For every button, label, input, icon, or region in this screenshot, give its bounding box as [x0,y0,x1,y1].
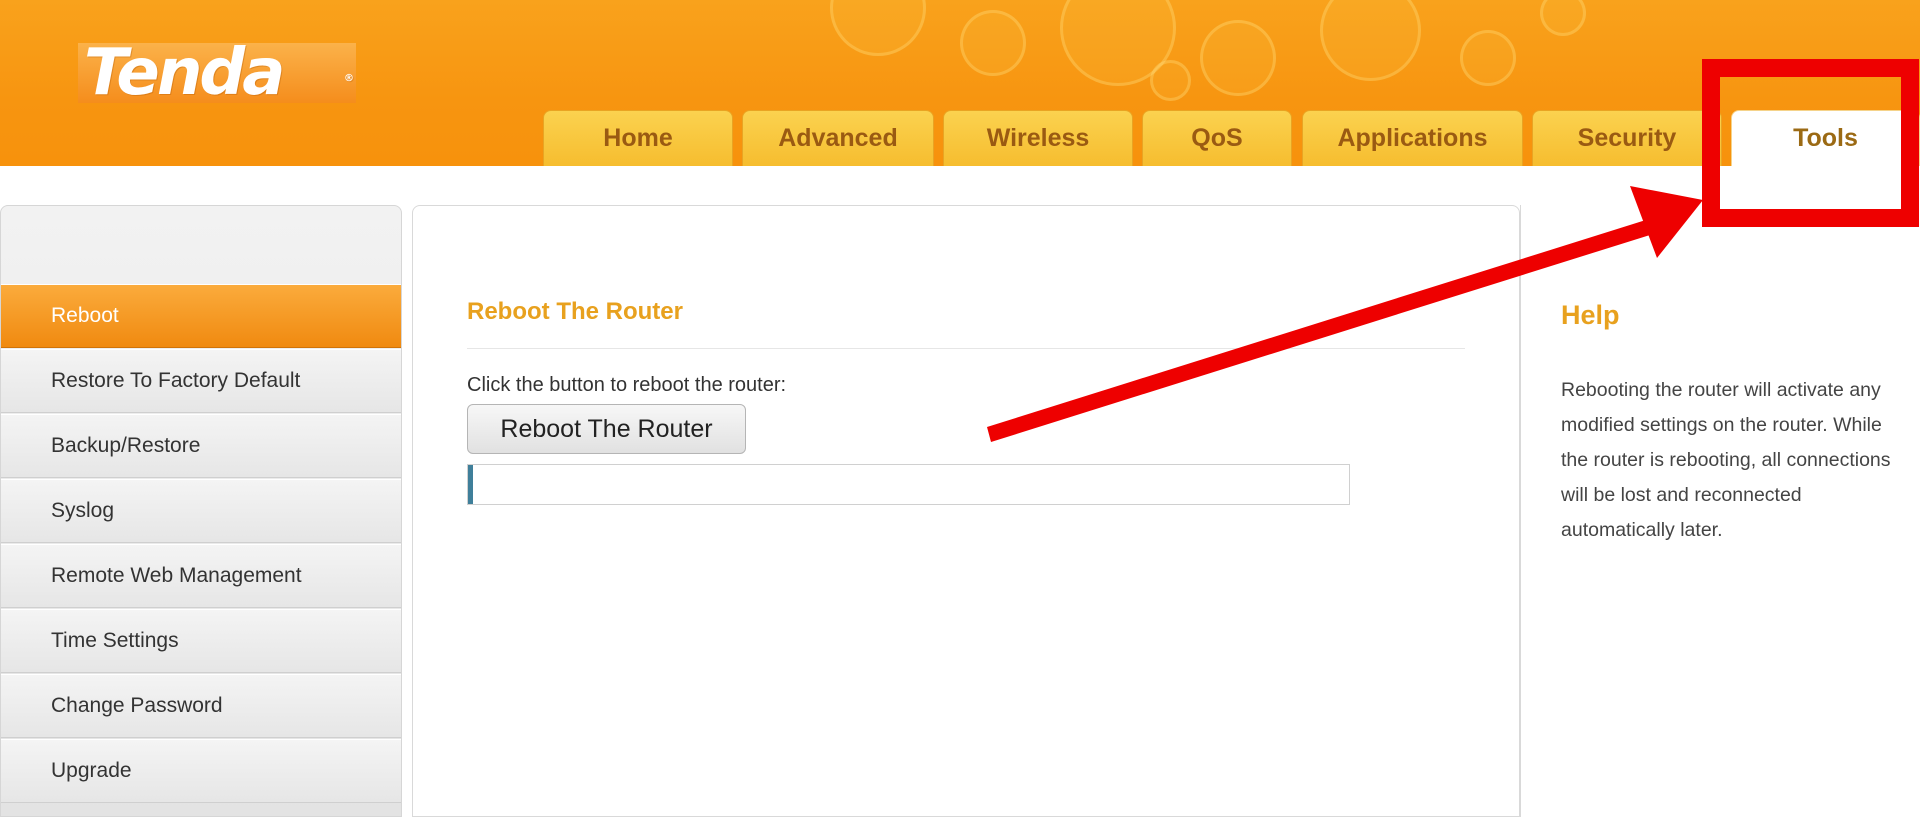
help-divider [1520,205,1521,817]
sidebar-item-backup-restore[interactable]: Backup/Restore [1,414,401,478]
sidebar-item-remote-web-management[interactable]: Remote Web Management [1,544,401,608]
progress-fill [468,465,473,504]
title-divider [467,348,1465,349]
help-title: Help [1561,300,1620,330]
reboot-instruction: Click the button to reboot the router: [467,374,787,396]
reboot-router-button[interactable]: Reboot The Router [467,404,746,454]
help-text: Rebooting the router will activate any m… [1561,379,1891,541]
tab-tools[interactable]: Tools [1731,110,1920,166]
tab-qos[interactable]: QoS [1142,110,1292,166]
tab-applications[interactable]: Applications [1302,110,1523,166]
main-nav-tabs: Home Advanced Wireless QoS Applications … [0,0,1920,166]
tab-wireless[interactable]: Wireless [943,110,1133,166]
sidebar-item-restore-factory-default[interactable]: Restore To Factory Default [1,349,401,413]
sidebar-item-reboot[interactable]: Reboot [1,284,401,348]
tab-home[interactable]: Home [543,110,733,166]
tab-advanced[interactable]: Advanced [742,110,934,166]
sidebar-item-syslog[interactable]: Syslog [1,479,401,543]
annotation-arrow-head [1630,186,1703,258]
tab-security[interactable]: Security [1532,110,1722,166]
reboot-progress-bar [467,464,1350,505]
main-panel [412,205,1520,817]
sidebar-item-upgrade[interactable]: Upgrade [1,739,401,803]
sidebar-item-change-password[interactable]: Change Password [1,674,401,738]
sidebar-item-time-settings[interactable]: Time Settings [1,609,401,673]
sidebar-menu: Reboot Restore To Factory Default Backup… [0,205,402,817]
page-title: Reboot The Router [467,298,683,325]
